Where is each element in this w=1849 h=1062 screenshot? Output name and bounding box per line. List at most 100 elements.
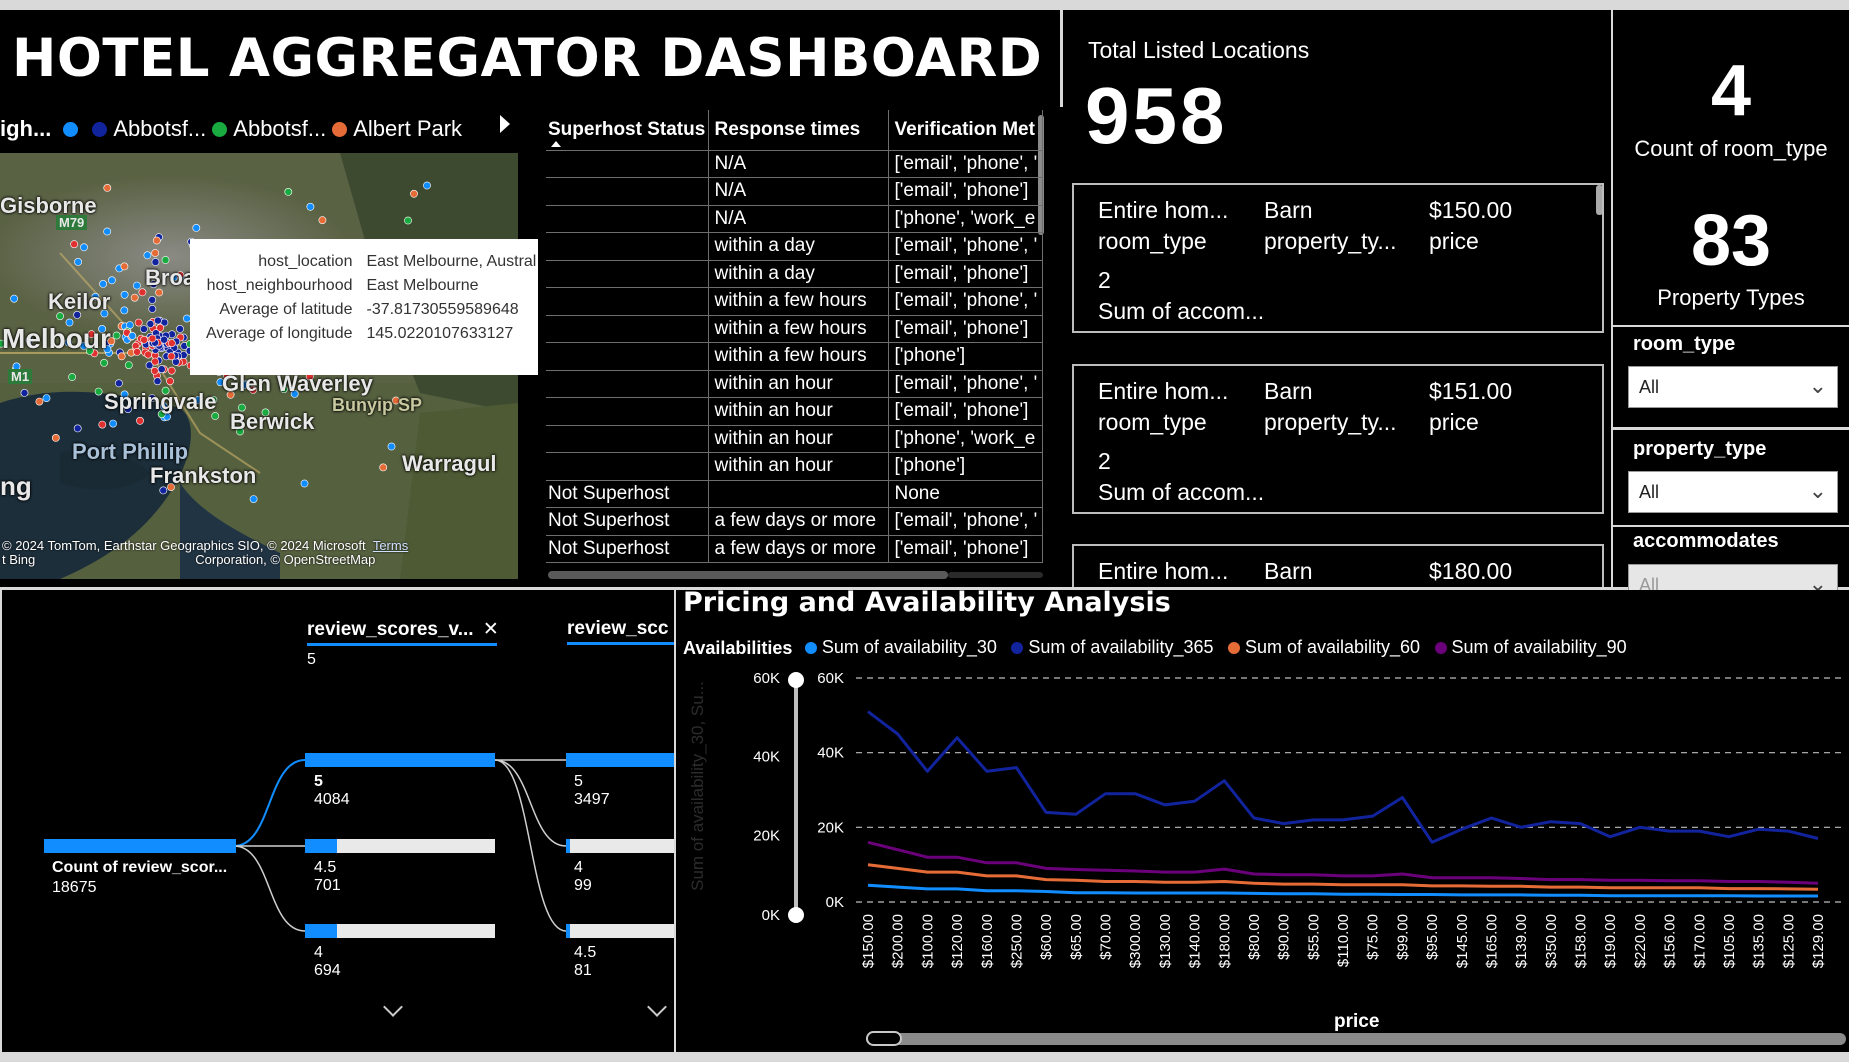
map-listing-point[interactable] bbox=[120, 262, 129, 271]
table-row[interactable]: within an hour ['phone'] bbox=[546, 452, 1043, 481]
map-listing-point[interactable] bbox=[109, 419, 117, 428]
map-listing-point[interactable] bbox=[100, 358, 108, 367]
legend-next-arrow-icon[interactable] bbox=[500, 115, 510, 133]
map-listing-point[interactable] bbox=[148, 304, 157, 313]
map-listing-point[interactable] bbox=[160, 335, 168, 344]
map-listing-point[interactable] bbox=[146, 319, 155, 328]
table-row[interactable]: within a day ['email', 'phone'] bbox=[546, 259, 1043, 288]
col-verification-methods[interactable]: Verification Met bbox=[887, 110, 1043, 151]
map-listing-point[interactable] bbox=[128, 331, 137, 340]
map-listing-point[interactable] bbox=[151, 249, 160, 257]
map-listing-point[interactable] bbox=[166, 377, 174, 386]
table-row[interactable]: N/A ['email', 'phone', ' bbox=[546, 149, 1043, 178]
map-listing-point[interactable] bbox=[112, 331, 121, 340]
map-listing-point[interactable] bbox=[157, 365, 166, 374]
legend-item-availability-60[interactable]: Sum of availability_60 bbox=[1227, 637, 1420, 658]
map-listing-point[interactable] bbox=[51, 433, 60, 442]
map-listing-point[interactable] bbox=[103, 227, 112, 236]
y-zoom-slider-handle-bottom[interactable] bbox=[788, 907, 804, 923]
map-listing-point[interactable] bbox=[42, 394, 51, 402]
map-listing-point[interactable] bbox=[115, 379, 123, 388]
legend-item-abbotsford-1[interactable]: Abbotsf... bbox=[113, 116, 206, 142]
map-listing-point[interactable] bbox=[98, 420, 107, 429]
map-listing-point[interactable] bbox=[192, 224, 201, 232]
map-listing-point[interactable] bbox=[20, 388, 29, 397]
legend-item-albert-park[interactable]: Albert Park bbox=[353, 116, 462, 142]
map-listing-point[interactable] bbox=[136, 416, 144, 425]
table-row[interactable]: N/A ['email', 'phone'] bbox=[546, 177, 1043, 206]
map-listing-point[interactable] bbox=[140, 335, 148, 344]
table-row[interactable]: Not Superhost a few days or more ['email',… bbox=[546, 507, 1043, 536]
map-listing-point[interactable] bbox=[379, 463, 388, 472]
map-listing-point[interactable] bbox=[156, 323, 165, 332]
map-listing-point[interactable] bbox=[144, 350, 153, 359]
map-listing-point[interactable] bbox=[143, 251, 152, 260]
map-listing-point[interactable] bbox=[68, 373, 76, 381]
listing-card[interactable]: Entire hom... room_type Barn property_ty… bbox=[1072, 364, 1604, 514]
map-listing-point[interactable] bbox=[94, 387, 103, 396]
decomp-node-bar[interactable] bbox=[566, 924, 570, 938]
x-scrollbar[interactable] bbox=[866, 1033, 1846, 1045]
map-listing-point[interactable] bbox=[167, 339, 176, 348]
map-listing-point[interactable] bbox=[133, 347, 141, 356]
table-row[interactable]: Not Superhost None bbox=[546, 479, 1043, 508]
legend-item-availability-365[interactable]: Sum of availability_365 bbox=[1011, 637, 1214, 658]
map-listing-point[interactable] bbox=[167, 352, 176, 361]
map-listing-point[interactable] bbox=[70, 240, 79, 249]
map-listing-point[interactable] bbox=[300, 479, 309, 488]
map-listing-point[interactable] bbox=[73, 424, 82, 433]
decomp-node-bar[interactable] bbox=[305, 924, 337, 938]
map-listing-point[interactable] bbox=[153, 377, 162, 386]
legend-item-availability-90[interactable]: Sum of availability_90 bbox=[1434, 637, 1627, 658]
attribution-terms-link[interactable]: Terms bbox=[373, 538, 408, 553]
legend-item-abbotsford-2[interactable]: Abbotsf... bbox=[233, 116, 326, 142]
map-listing-point[interactable] bbox=[306, 202, 315, 211]
map-listing-point[interactable] bbox=[249, 495, 258, 503]
map-listing-point[interactable] bbox=[410, 189, 418, 198]
map-listing-point[interactable] bbox=[404, 216, 412, 225]
table-row[interactable]: within a few hours ['phone'] bbox=[546, 342, 1043, 371]
map-listing-point[interactable] bbox=[151, 357, 159, 366]
decomp-node-bar[interactable] bbox=[305, 753, 495, 767]
map-listing-point[interactable] bbox=[99, 279, 107, 288]
map-listing-point[interactable] bbox=[153, 316, 162, 325]
map-listing-point[interactable] bbox=[108, 276, 116, 285]
map-listing-point[interactable] bbox=[176, 324, 184, 333]
y-zoom-slider-handle-top[interactable] bbox=[788, 672, 804, 688]
slicer-property-type-dropdown[interactable]: All ⌄ bbox=[1628, 471, 1838, 513]
decomp-node-bar[interactable] bbox=[305, 839, 337, 853]
table-row[interactable]: Not Superhost a few days or more ['email',… bbox=[546, 534, 1043, 563]
decomp-root-bar[interactable] bbox=[44, 839, 236, 853]
table-row[interactable]: within an hour ['email', 'phone'] bbox=[546, 397, 1043, 426]
map-listing-point[interactable] bbox=[132, 281, 141, 290]
map-listing-point[interactable] bbox=[10, 294, 18, 303]
col-response-times[interactable]: Response times bbox=[707, 110, 889, 151]
map-listing-point[interactable] bbox=[120, 306, 129, 315]
col-superhost-status[interactable]: Superhost Status bbox=[546, 110, 709, 151]
table-row[interactable]: N/A ['phone', 'work_e bbox=[546, 204, 1043, 233]
map-listing-point[interactable] bbox=[387, 442, 396, 451]
map-listing-point[interactable] bbox=[148, 295, 157, 304]
table-row[interactable]: within a day ['email', 'phone', ' bbox=[546, 232, 1043, 261]
map-listing-point[interactable] bbox=[318, 216, 327, 225]
map-listing-point[interactable] bbox=[35, 397, 44, 406]
map-listing-point[interactable] bbox=[74, 258, 82, 266]
map-listing-point[interactable] bbox=[117, 352, 126, 361]
x-scrollbar-handle[interactable] bbox=[866, 1031, 902, 1046]
map-listing-point[interactable] bbox=[150, 366, 159, 375]
map-listing-point[interactable] bbox=[80, 243, 88, 252]
map-listing-point[interactable] bbox=[139, 325, 148, 333]
slicer-room-type-dropdown[interactable]: All ⌄ bbox=[1628, 366, 1838, 408]
map-listing-point[interactable] bbox=[161, 256, 170, 264]
legend-item-availability-30[interactable]: Sum of availability_30 bbox=[804, 637, 997, 658]
map-listing-point[interactable] bbox=[134, 318, 143, 327]
decomp-node-bar[interactable] bbox=[566, 839, 570, 853]
map-listing-point[interactable] bbox=[284, 188, 293, 196]
table-row[interactable]: within a few hours ['email', 'phone', ' bbox=[546, 287, 1043, 316]
map-listing-point[interactable] bbox=[103, 184, 112, 192]
listing-card[interactable]: Entire hom... Barn $180.00 bbox=[1072, 544, 1604, 587]
decomp-node-bar[interactable] bbox=[566, 753, 674, 767]
map-listing-point[interactable] bbox=[167, 366, 176, 375]
table-row[interactable]: within an hour ['email', 'phone', ' bbox=[546, 369, 1043, 398]
series-line-sum-of-availability_365[interactable] bbox=[867, 710, 1819, 844]
